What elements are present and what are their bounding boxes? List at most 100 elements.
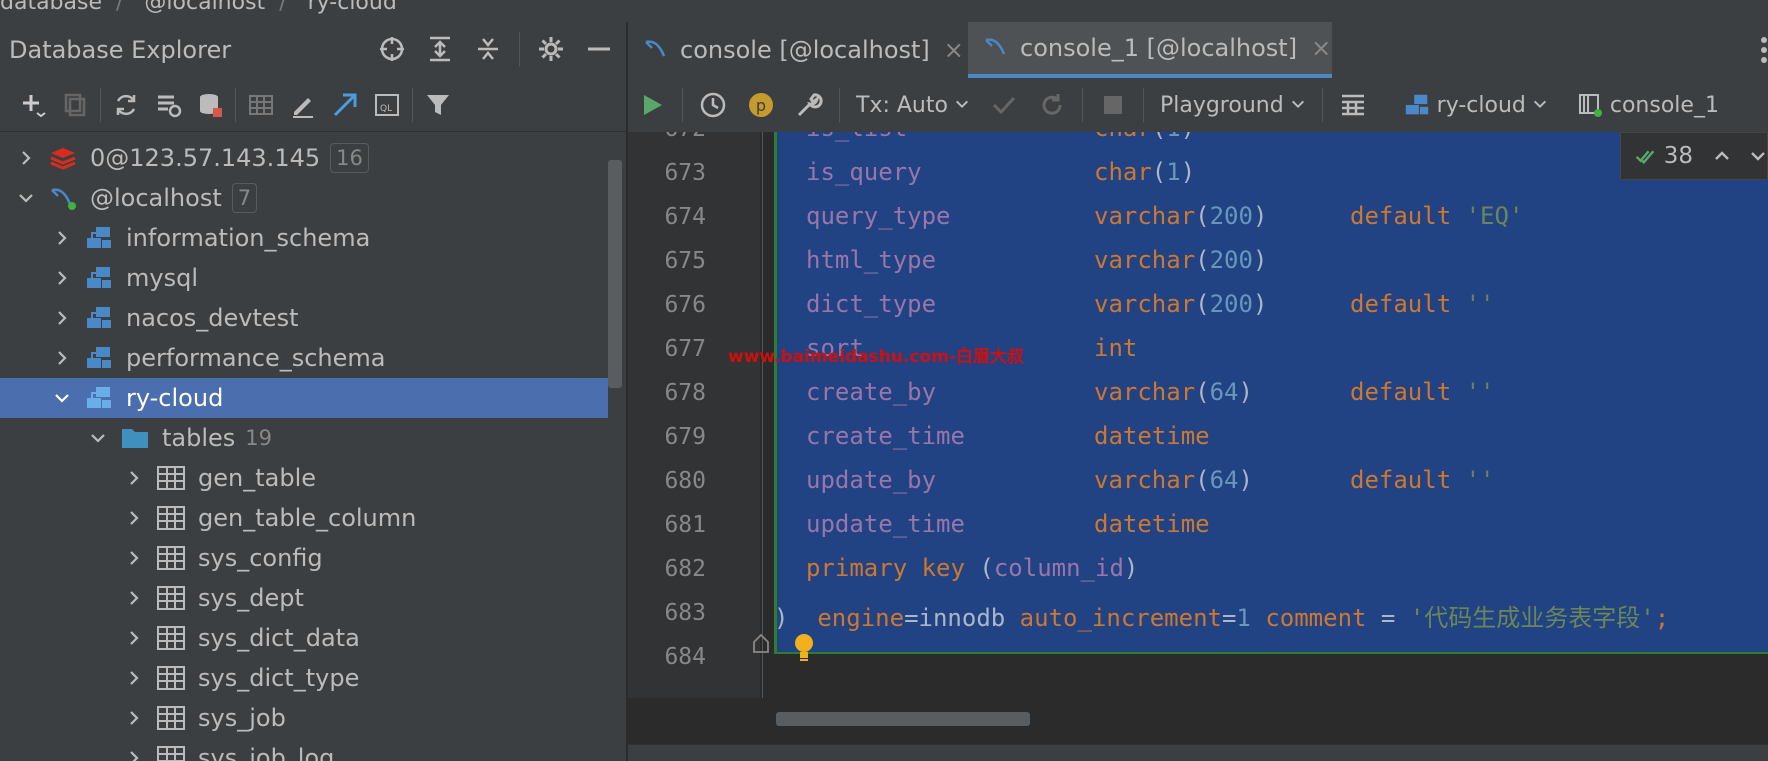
keyword-default: default bbox=[1350, 290, 1452, 318]
refresh-icon[interactable] bbox=[109, 88, 143, 122]
close-icon[interactable]: × bbox=[1311, 34, 1331, 62]
table-icon[interactable] bbox=[244, 88, 278, 122]
chevron-up-icon[interactable] bbox=[1713, 147, 1731, 165]
gear-icon[interactable] bbox=[534, 32, 568, 66]
add-icon[interactable] bbox=[16, 88, 50, 122]
tree-node-table[interactable]: sys_dict_type bbox=[0, 658, 608, 698]
column-type-group: varchar(64) bbox=[1094, 466, 1253, 494]
breadcrumb-item[interactable]: ry-cloud bbox=[308, 0, 397, 15]
chevron-right-icon[interactable] bbox=[50, 346, 74, 370]
datasource-properties-icon[interactable] bbox=[193, 88, 227, 122]
tree-node-localhost[interactable]: @localhost 7 bbox=[0, 178, 608, 218]
tree-node-table[interactable]: sys_job_log bbox=[0, 738, 608, 761]
chevron-right-icon[interactable] bbox=[50, 226, 74, 250]
query-console-icon[interactable]: QL bbox=[370, 88, 404, 122]
chevron-down-icon[interactable] bbox=[1749, 147, 1767, 165]
commit-icon[interactable] bbox=[980, 78, 1028, 132]
tree-node-table[interactable]: gen_table bbox=[0, 458, 608, 498]
line-number: 673 bbox=[664, 160, 706, 186]
tree-node-label: @localhost bbox=[90, 184, 222, 212]
tab-console-1[interactable]: console_1 [@localhost] × bbox=[968, 22, 1332, 78]
schema-settings-icon[interactable] bbox=[151, 88, 185, 122]
column-name: create_by bbox=[806, 378, 937, 406]
column-type-group: char(1) bbox=[1094, 158, 1195, 186]
chevron-right-icon[interactable] bbox=[122, 586, 146, 610]
run-icon[interactable] bbox=[628, 78, 676, 132]
separator bbox=[1321, 88, 1323, 122]
chevron-down-icon[interactable] bbox=[86, 426, 110, 450]
minimize-icon[interactable] bbox=[582, 32, 616, 66]
chevron-right-icon[interactable] bbox=[122, 466, 146, 490]
schema-icon bbox=[84, 224, 114, 252]
chevron-right-icon[interactable] bbox=[50, 266, 74, 290]
wrench-icon[interactable] bbox=[785, 78, 833, 132]
collapse-all-icon[interactable] bbox=[471, 32, 505, 66]
edit-icon[interactable] bbox=[286, 88, 320, 122]
tree-node-table[interactable]: sys_dict_data bbox=[0, 618, 608, 658]
tree-node-folder[interactable]: tables 19 bbox=[0, 418, 608, 458]
default-clause: default 'EQ' bbox=[1350, 202, 1523, 230]
tx-mode-dropdown[interactable]: Tx: Auto bbox=[846, 78, 980, 132]
keyword-auto-increment: auto_increment bbox=[1019, 604, 1222, 632]
tree-node-table[interactable]: sys_dept bbox=[0, 578, 608, 618]
sql-editor[interactable]: 672is_listchar(1)673is_querychar(1)674qu… bbox=[628, 132, 1768, 761]
chevron-right-icon[interactable] bbox=[50, 306, 74, 330]
expand-all-icon[interactable] bbox=[423, 32, 457, 66]
line-number: 675 bbox=[664, 248, 706, 274]
playground-dropdown[interactable]: Playground bbox=[1150, 78, 1316, 132]
tree-node-schema[interactable]: mysql bbox=[0, 258, 608, 298]
tree-node-schema[interactable]: nacos_devtest bbox=[0, 298, 608, 338]
table-icon bbox=[156, 464, 186, 492]
search-results-popup[interactable]: 38 bbox=[1620, 132, 1768, 180]
duplicate-icon[interactable] bbox=[58, 88, 92, 122]
history-icon[interactable] bbox=[689, 78, 737, 132]
session-label: console_1 bbox=[1609, 92, 1719, 118]
chevron-right-icon[interactable] bbox=[122, 626, 146, 650]
breadcrumb-item[interactable]: database bbox=[0, 0, 102, 15]
locate-icon[interactable] bbox=[375, 32, 409, 66]
tree-node-table[interactable]: sys_job bbox=[0, 698, 608, 738]
tree-node-label: 0@123.57.143.145 bbox=[90, 144, 321, 172]
paren-open: ( bbox=[1195, 466, 1210, 494]
paren-open: ( bbox=[1195, 246, 1210, 274]
tree-node-table[interactable]: gen_table_column bbox=[0, 498, 608, 538]
separator bbox=[519, 32, 520, 66]
schema-dropdown[interactable]: ry-cloud bbox=[1393, 78, 1558, 132]
tree-node-schema[interactable]: information_schema bbox=[0, 218, 608, 258]
chevron-down-icon[interactable] bbox=[14, 186, 38, 210]
tree-node-redis[interactable]: 0@123.57.143.145 16 bbox=[0, 140, 608, 178]
type-length: 1 bbox=[1166, 158, 1181, 186]
filter-icon[interactable] bbox=[421, 88, 455, 122]
rollback-icon[interactable] bbox=[1028, 78, 1076, 132]
tree-scrollbar[interactable] bbox=[608, 160, 622, 388]
chevron-right-icon[interactable] bbox=[122, 546, 146, 570]
more-tabs-icon[interactable] bbox=[1760, 36, 1768, 68]
horizontal-scrollbar[interactable] bbox=[776, 712, 1030, 726]
separator bbox=[1142, 88, 1144, 122]
chevron-right-icon[interactable] bbox=[14, 146, 38, 170]
console-toolbar: p Tx: Auto Playground ry-cloud console_1 bbox=[628, 78, 1768, 133]
editor-tabs: console [@localhost] × console_1 [@local… bbox=[628, 22, 1768, 79]
type-length: 200 bbox=[1209, 202, 1253, 230]
column-type-group: varchar(200) bbox=[1094, 202, 1267, 230]
tab-console[interactable]: console [@localhost] × bbox=[628, 22, 964, 78]
chevron-right-icon[interactable] bbox=[122, 746, 146, 761]
chevron-right-icon[interactable] bbox=[122, 506, 146, 530]
chevron-right-icon[interactable] bbox=[122, 706, 146, 730]
explain-plan-icon[interactable]: p bbox=[737, 78, 785, 132]
tree-node-schema-selected[interactable]: ry-cloud bbox=[0, 378, 608, 418]
chevron-down-icon[interactable] bbox=[50, 386, 74, 410]
tree-node-schema[interactable]: performance_schema bbox=[0, 338, 608, 378]
chevron-right-icon[interactable] bbox=[122, 666, 146, 690]
paren-close: ) bbox=[1238, 466, 1253, 494]
breadcrumb-item[interactable]: @localhost bbox=[144, 0, 265, 15]
session-dropdown[interactable]: console_1 bbox=[1566, 78, 1729, 132]
tree-node-table[interactable]: sys_config bbox=[0, 538, 608, 578]
stop-icon[interactable] bbox=[1089, 78, 1137, 132]
output-table-icon[interactable] bbox=[1329, 78, 1377, 132]
lightbulb-icon[interactable] bbox=[792, 632, 816, 662]
close-icon[interactable]: × bbox=[944, 36, 964, 64]
jump-to-source-icon[interactable] bbox=[328, 88, 362, 122]
tree-node-label: sys_job bbox=[198, 704, 286, 732]
fold-icon[interactable] bbox=[752, 632, 770, 654]
